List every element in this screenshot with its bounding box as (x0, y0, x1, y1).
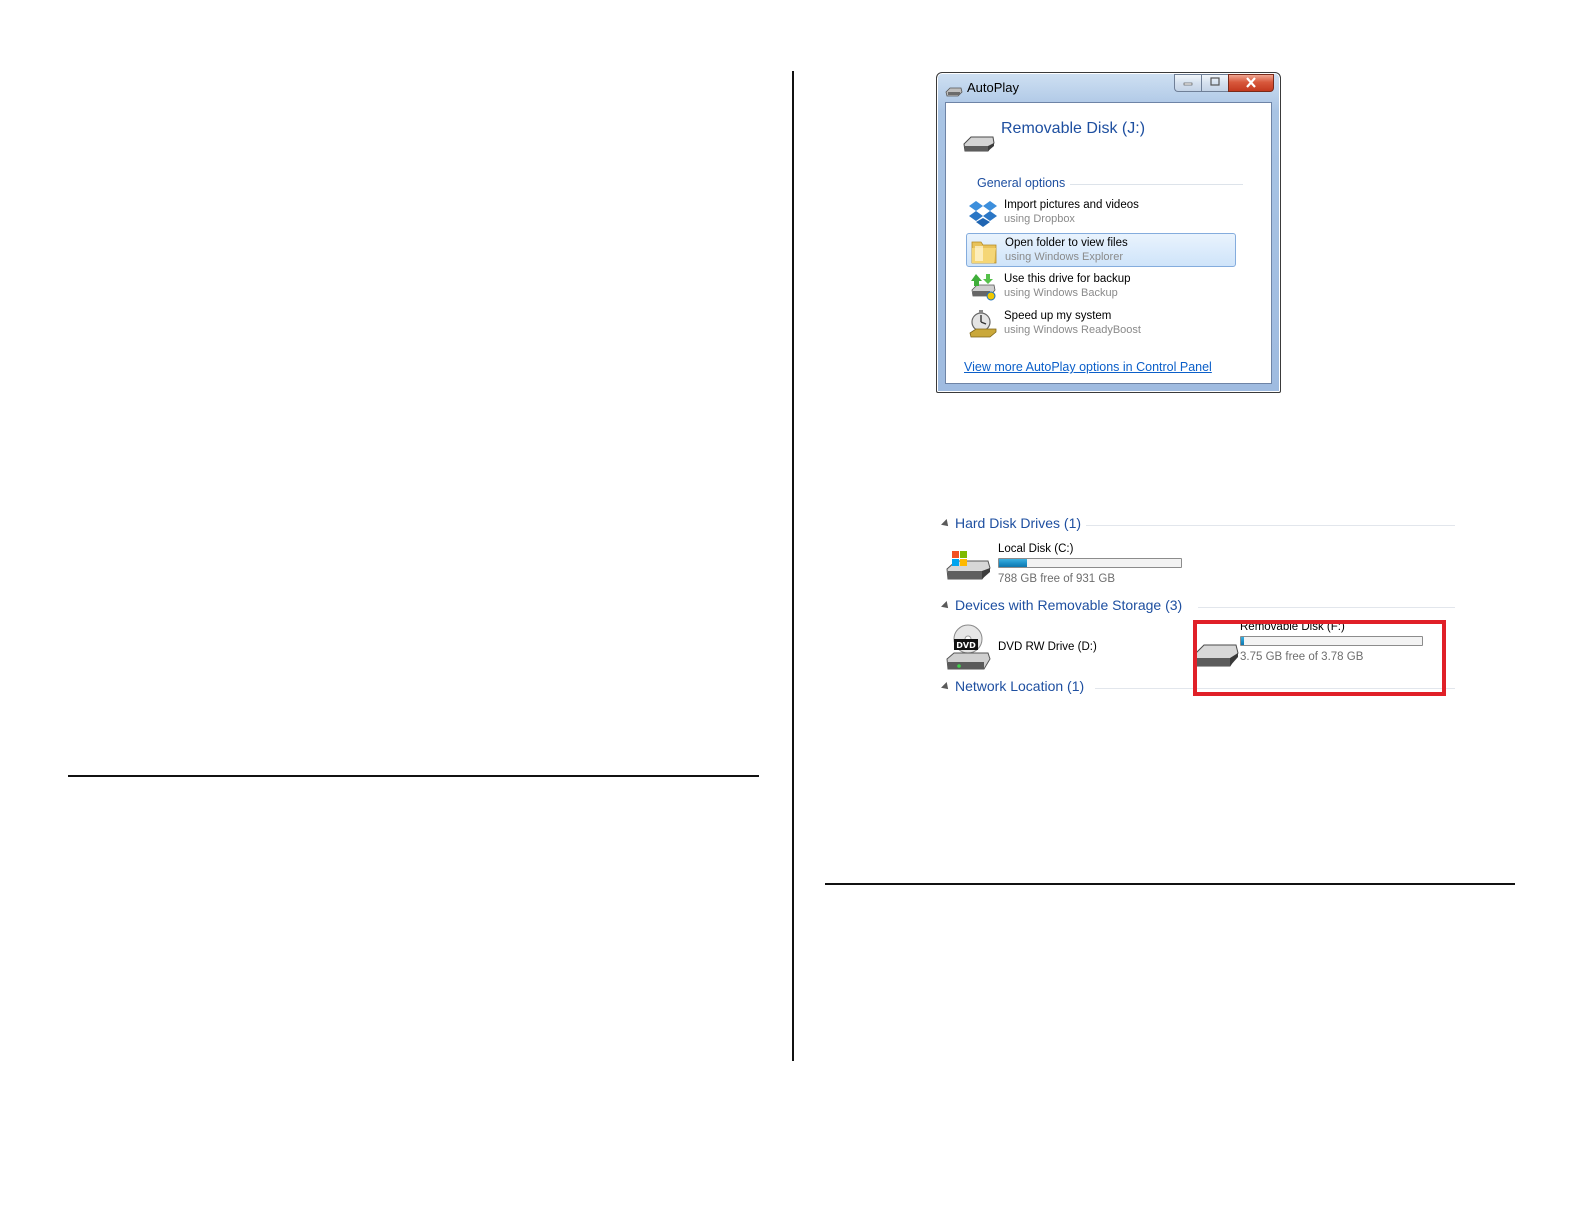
removable-drive-icon (962, 135, 996, 158)
section-divider (1198, 607, 1455, 608)
collapse-arrow-icon[interactable] (941, 519, 951, 529)
drive-dvd-rw-d[interactable]: DVD DVD RW Drive (D:) (940, 619, 1160, 677)
drive-free-space: 788 GB free of 931 GB (998, 573, 1115, 585)
drive-name: Local Disk (C:) (998, 543, 1074, 555)
dvd-icon-label: DVD (956, 641, 976, 650)
section-label: Network Location (1) (955, 678, 1085, 694)
option-speed-up[interactable]: Speed up my system using Windows ReadyBo… (966, 307, 1236, 341)
option-title: Speed up my system (1004, 310, 1112, 322)
autoplay-content: Removable Disk (J:) General options Impo… (945, 102, 1272, 384)
minimize-icon (1183, 77, 1193, 89)
control-panel-link[interactable]: View more AutoPlay options in Control Pa… (964, 360, 1212, 374)
dropbox-icon (968, 198, 998, 228)
left-horizontal-rule (68, 775, 759, 777)
general-options-heading: General options (977, 176, 1066, 190)
section-divider (1086, 525, 1455, 526)
group-divider (1070, 184, 1243, 185)
windows-hard-drive-icon (944, 547, 992, 588)
collapse-arrow-icon[interactable] (941, 682, 951, 692)
option-open-folder[interactable]: Open folder to view files using Windows … (966, 233, 1236, 267)
backup-icon (968, 272, 998, 302)
option-title: Use this drive for backup (1004, 273, 1131, 285)
readyboost-icon (968, 309, 998, 339)
section-removable-storage[interactable]: Devices with Removable Storage (3) (940, 597, 1455, 617)
maximize-button[interactable] (1201, 74, 1228, 92)
option-title: Open folder to view files (1005, 237, 1128, 249)
section-label: Hard Disk Drives (1) (955, 515, 1082, 531)
right-horizontal-rule (825, 883, 1515, 885)
drive-title-icon (945, 84, 963, 102)
option-backup[interactable]: Use this drive for backup using Windows … (966, 270, 1236, 304)
drive-usage-fill (999, 559, 1028, 567)
option-subtitle: using Windows Backup (1004, 287, 1118, 299)
removable-disk-highlight (1193, 620, 1446, 696)
device-title: Removable Disk (J:) (1001, 120, 1146, 137)
close-icon (1245, 76, 1257, 91)
maximize-icon (1210, 77, 1220, 89)
close-button[interactable] (1228, 74, 1274, 92)
collapse-arrow-icon[interactable] (941, 601, 951, 611)
caption-buttons (1174, 74, 1274, 93)
folder-icon (969, 236, 999, 266)
option-import-pictures[interactable]: Import pictures and videos using Dropbox (966, 196, 1236, 230)
option-subtitle: using Dropbox (1004, 213, 1075, 225)
drive-usage-bar (998, 558, 1182, 568)
option-title: Import pictures and videos (1004, 199, 1139, 211)
window-titlebar[interactable]: AutoPlay (937, 73, 1280, 101)
option-subtitle: using Windows Explorer (1005, 251, 1123, 263)
drive-name: DVD RW Drive (D:) (998, 641, 1097, 653)
section-hard-disk-drives[interactable]: Hard Disk Drives (1) (940, 515, 1455, 535)
vertical-column-rule (792, 71, 794, 1061)
window-title: AutoPlay (967, 80, 1020, 95)
drive-local-disk-c[interactable]: Local Disk (C:) 788 GB free of 931 GB (940, 537, 1200, 595)
minimize-button[interactable] (1174, 74, 1201, 92)
option-subtitle: using Windows ReadyBoost (1004, 324, 1141, 336)
autoplay-window: AutoPlay Removable Disk (J:) General opt… (936, 72, 1281, 393)
dvd-drive-icon: DVD (944, 623, 992, 678)
section-label: Devices with Removable Storage (3) (955, 597, 1183, 613)
